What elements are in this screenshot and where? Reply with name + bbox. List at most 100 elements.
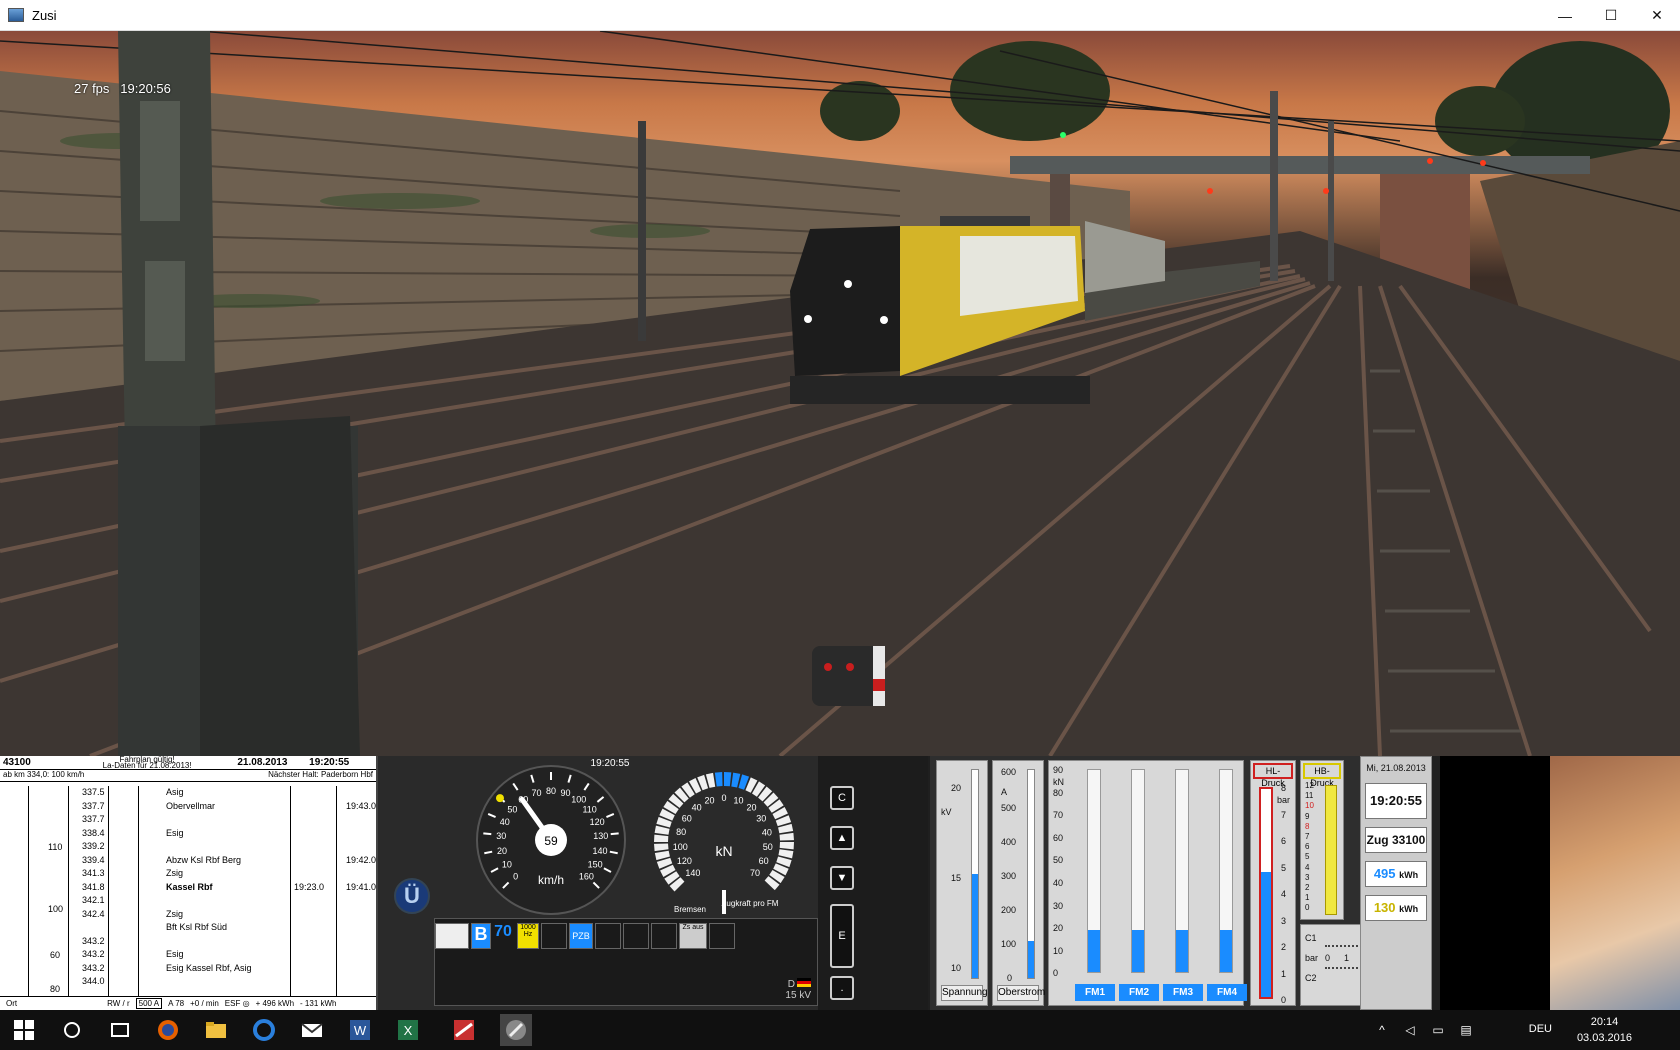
excel-icon[interactable]: X [396,1018,420,1042]
fm-label: FM3 [1163,984,1203,1001]
current-label: Oberstrom [997,985,1045,1001]
timetable-subheader: ab km 334,0: 100 km/h Nächster Halt: Pad… [0,770,376,782]
hl-tick-label: 4 [1281,889,1287,899]
kn-tick-label: 60 [759,856,769,866]
task-view-icon[interactable] [108,1018,132,1042]
speed-unit: km/h [538,873,564,887]
hb-tick-label: 2 [1305,883,1310,892]
timetable-row: Bft Ksl Rbf Süd [0,921,376,935]
voltage-track [971,769,979,979]
kn-tick-label: 10 [734,795,744,805]
kn-tick-label: 60 [682,814,692,824]
taskbar-clock[interactable]: 20:14 03.03.2016 [1577,1014,1632,1046]
timetable-panel: 43100 Fahrplan gültig! La-Daten für 21.0… [0,756,378,1010]
word-icon[interactable]: W [348,1018,372,1042]
speed-tick-label: 120 [590,817,605,827]
energy-regen-box: 130 kWh [1365,895,1427,921]
window-title: Zusi [32,7,57,23]
timetable-dep: 19:42.0 [346,854,377,865]
speed-tick-label: 140 [593,846,608,856]
edge-icon[interactable] [252,1018,276,1042]
timetable-row: 338.4 Esig [0,827,376,841]
pzb-mode: B [471,923,491,949]
bar-label: bar [1305,953,1319,963]
timetable-date: 21.08.2013 [237,757,288,768]
pzb-1000hz: 1000 Hz [517,923,539,949]
timetable-row: 342.4 Zsig [0,908,376,922]
speed-tick-label: 150 [588,860,603,870]
minimize-button[interactable]: — [1542,0,1588,31]
c-button[interactable]: C [830,786,854,810]
voltage-label: 15 kV [785,990,811,1001]
ue-button[interactable]: Ü [394,878,430,914]
fm-tick-label: 70 [1053,810,1064,821]
timetable-name: Esig [166,949,184,959]
timetable-name: Bft Ksl Rbf Süd [166,922,228,932]
pzb-cell [623,923,649,949]
timetable-row: 343.2 [0,935,376,949]
speed-tick-label: 20 [497,846,507,856]
fm-tick-label: 0 [1053,968,1059,979]
tick-label: 0 [1007,973,1013,983]
taskbar: W X ^ ◁ ▭ ▤ DEU 20:14 03.03.2016 [0,1010,1680,1050]
file-explorer-icon[interactable] [204,1018,228,1042]
timetable-row: 344.0 [0,975,376,989]
zusi-editor-icon[interactable] [452,1018,476,1042]
zusi-taskbar-icon[interactable] [500,1014,532,1046]
dot-button[interactable]: . [830,976,854,1000]
info-train: Zug 33100 [1365,827,1427,853]
timetable-km: 344.0 [82,976,105,986]
pzb-cell [595,923,621,949]
3d-scene-view[interactable]: 27 fps 19:20:56 [0,31,1680,756]
km-info: ab km 334,0: 100 km/h [3,770,85,779]
fm-track [1219,769,1233,973]
pzb-cell [709,923,735,949]
main-reservoir-gauge: HB-Druck 12 11 10 9 8 7 6 5 4 3 2 1 0 [1300,760,1344,920]
speaker-icon[interactable]: ◁ [1402,1022,1418,1038]
windows-start-icon[interactable] [12,1018,36,1042]
hl-tick-label: 1 [1281,968,1287,979]
maximize-button[interactable]: ☐ [1588,0,1634,31]
speed-tick [610,832,619,836]
chevron-up-icon[interactable]: ^ [1374,1022,1390,1038]
clock-time: 20:14 [1590,1016,1619,1028]
network-icon[interactable]: ▭ [1430,1022,1446,1038]
timetable-name: Esig Kassel Rbf, Asig [166,962,252,973]
timetable-km: 341.3 [82,868,105,878]
hb-tick-label: 1 [1305,893,1310,903]
mail-icon[interactable] [300,1018,324,1042]
timetable-row: 342.1 [0,894,376,908]
e-button[interactable]: E [830,904,854,968]
scene-render [0,31,1680,756]
dial-panel: 0102030405060708090100110120130140150160… [378,756,818,1010]
brake-pipe-gauge: HL-Druck bar 8 7 6 5 4 3 2 1 0 [1250,760,1296,1006]
speed-tick-label: 160 [579,871,594,881]
close-button[interactable]: ✕ [1634,0,1680,31]
notification-icon[interactable]: ▤ [1458,1022,1474,1038]
down-button[interactable]: ▼ [830,866,854,890]
kn-unit: kN [715,843,732,859]
timetable-dep: 19:43.0 [346,800,377,811]
search-icon[interactable] [60,1018,84,1042]
tick-label: 20 [951,783,962,793]
timetable-row: 341.8 Kassel Rbf 19:23.0 19:41.0 [0,881,376,895]
language-indicator[interactable]: DEU [1529,1023,1552,1035]
footer-energy-use: + 496 kWh [255,999,295,1008]
tick-label: 200 [1001,905,1017,915]
svg-text:W: W [354,1023,367,1038]
speed-tick-label: 10 [502,860,512,870]
kn-tick-label: 0 [721,793,726,803]
firefox-icon[interactable] [156,1018,180,1042]
hl-tick-label: 2 [1281,942,1287,952]
timetable-name: Esig [166,827,184,838]
window-titlebar[interactable]: Zusi — ☐ ✕ [0,0,1680,31]
speedometer: 0102030405060708090100110120130140150160… [476,758,630,915]
scene-time: 19:20:56 [120,81,171,96]
pzb-cell [541,923,567,949]
hb-tick-label: 6 [1305,842,1310,852]
speed-tick-label: 100 [571,794,586,804]
fm-bar [1176,929,1188,972]
up-button[interactable]: ▲ [830,826,854,850]
info-time: 19:20:55 [1365,783,1427,819]
wallpaper-photo [1550,756,1680,1010]
